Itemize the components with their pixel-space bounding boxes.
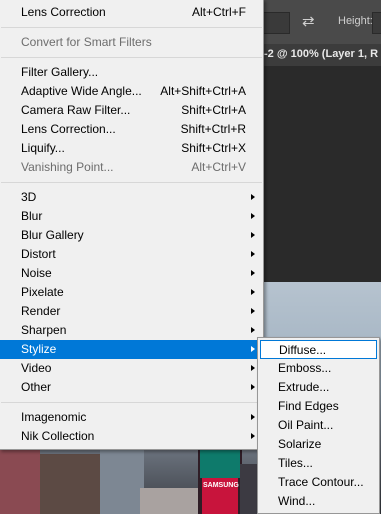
menu-item-nik-collection[interactable]: Nik Collection [0, 427, 263, 446]
menu-item-label: Tiles... [278, 456, 313, 470]
menu-item-shortcut: Alt+Shift+Ctrl+A [160, 84, 246, 98]
submenu-arrow-icon [251, 194, 255, 200]
menu-item-shortcut: Alt+Ctrl+V [191, 160, 246, 174]
submenu-arrow-icon [251, 289, 255, 295]
menu-item-label: Camera Raw Filter... [21, 103, 131, 117]
menu-item-shortcut: Alt+Ctrl+F [191, 5, 246, 19]
submenu-arrow-icon [251, 433, 255, 439]
menu-item-label: Diffuse... [279, 343, 327, 357]
menu-item-label: Emboss... [278, 361, 332, 375]
menu-item-blur[interactable]: Blur [0, 207, 263, 226]
menu-separator [1, 57, 262, 58]
menu-separator [1, 402, 262, 403]
submenu-arrow-icon [251, 346, 255, 352]
menu-item-shortcut: Shift+Ctrl+A [181, 103, 246, 117]
menu-item-label: Render [21, 304, 61, 318]
menu-item-render[interactable]: Render [0, 302, 263, 321]
submenu-item-wind[interactable]: Wind... [258, 492, 379, 511]
menu-item-label: Convert for Smart Filters [21, 35, 152, 49]
menu-item-lens-correction[interactable]: Lens Correction... Shift+Ctrl+R [0, 120, 263, 139]
submenu-item-trace-contour[interactable]: Trace Contour... [258, 473, 379, 492]
menu-item-imagenomic[interactable]: Imagenomic [0, 408, 263, 427]
submenu-item-oil-paint[interactable]: Oil Paint... [258, 416, 379, 435]
menu-item-filter-gallery[interactable]: Filter Gallery... [0, 63, 263, 82]
menu-item-label: Blur Gallery [21, 228, 84, 242]
menu-item-label: Adaptive Wide Angle... [21, 84, 142, 98]
billboard-text: SAMSUNG [203, 482, 239, 489]
menu-item-pixelate[interactable]: Pixelate [0, 283, 263, 302]
document-tab[interactable]: -2 @ 100% (Layer 1, R [264, 48, 378, 60]
submenu-arrow-icon [251, 384, 255, 390]
menu-item-label: Solarize [278, 437, 322, 451]
filter-menu: Lens Correction Alt+Ctrl+F Convert for S… [0, 0, 264, 450]
swap-arrows-icon[interactable]: ⇄ [302, 12, 315, 30]
submenu-item-emboss[interactable]: Emboss... [258, 359, 379, 378]
submenu-arrow-icon [251, 327, 255, 333]
menu-item-distort[interactable]: Distort [0, 245, 263, 264]
stylize-submenu: Diffuse... Emboss... Extrude... Find Edg… [257, 337, 380, 514]
building [140, 488, 200, 514]
submenu-arrow-icon [251, 414, 255, 420]
menu-item-stylize[interactable]: Stylize [0, 340, 263, 359]
submenu-arrow-icon [251, 213, 255, 219]
menu-item-label: Nik Collection [21, 429, 95, 443]
menu-item-liquify[interactable]: Liquify... Shift+Ctrl+X [0, 139, 263, 158]
menu-item-label: Video [21, 361, 52, 375]
submenu-arrow-icon [251, 308, 255, 314]
menu-item-label: Trace Contour... [278, 475, 364, 489]
menu-item-noise[interactable]: Noise [0, 264, 263, 283]
submenu-item-extrude[interactable]: Extrude... [258, 378, 379, 397]
building [0, 444, 40, 514]
menu-item-label: Blur [21, 209, 43, 223]
submenu-arrow-icon [251, 232, 255, 238]
menu-item-vanishing-point[interactable]: Vanishing Point... Alt+Ctrl+V [0, 158, 263, 177]
submenu-item-tiles[interactable]: Tiles... [258, 454, 379, 473]
menu-item-label: Oil Paint... [278, 418, 334, 432]
menu-separator [1, 27, 262, 28]
menu-item-label: Vanishing Point... [21, 160, 114, 174]
menu-item-label: Filter Gallery... [21, 65, 99, 79]
menu-item-label: 3D [21, 190, 37, 204]
width-field[interactable] [262, 12, 290, 34]
submenu-arrow-icon [251, 365, 255, 371]
menu-item-shortcut: Shift+Ctrl+R [180, 122, 246, 136]
submenu-arrow-icon [251, 251, 255, 257]
menu-item-label: Lens Correction [21, 5, 106, 19]
menu-item-label: Other [21, 380, 52, 394]
menu-item-label: Imagenomic [21, 410, 87, 424]
menu-item-shortcut: Shift+Ctrl+X [181, 141, 246, 155]
menu-item-label: Pixelate [21, 285, 64, 299]
menu-separator [1, 182, 262, 183]
menu-item-label: Sharpen [21, 323, 67, 337]
menu-item-adaptive-wide-angle[interactable]: Adaptive Wide Angle... Alt+Shift+Ctrl+A [0, 82, 263, 101]
menu-item-label: Find Edges [278, 399, 339, 413]
menu-item-label: Distort [21, 247, 56, 261]
height-label: Height: [338, 15, 373, 27]
menu-item-blur-gallery[interactable]: Blur Gallery [0, 226, 263, 245]
menu-item-label: Liquify... [21, 141, 65, 155]
menu-item-video[interactable]: Video [0, 359, 263, 378]
billboard [200, 448, 240, 478]
menu-item-label: Wind... [278, 494, 316, 508]
menu-item-label: Lens Correction... [21, 122, 116, 136]
building [100, 450, 144, 514]
menu-item-other[interactable]: Other [0, 378, 263, 397]
submenu-item-solarize[interactable]: Solarize [258, 435, 379, 454]
menu-item-3d[interactable]: 3D [0, 188, 263, 207]
menu-item-label: Stylize [21, 342, 57, 356]
menu-item-label: Extrude... [278, 380, 330, 394]
height-field[interactable] [372, 12, 381, 34]
submenu-item-diffuse[interactable]: Diffuse... [260, 340, 377, 359]
menu-item-convert-smart-filters[interactable]: Convert for Smart Filters [0, 33, 263, 52]
menu-item-last-filter[interactable]: Lens Correction Alt+Ctrl+F [0, 3, 263, 22]
menu-item-label: Noise [21, 266, 52, 280]
submenu-item-find-edges[interactable]: Find Edges [258, 397, 379, 416]
building [40, 454, 100, 514]
menu-item-camera-raw-filter[interactable]: Camera Raw Filter... Shift+Ctrl+A [0, 101, 263, 120]
menu-item-sharpen[interactable]: Sharpen [0, 321, 263, 340]
submenu-arrow-icon [251, 270, 255, 276]
